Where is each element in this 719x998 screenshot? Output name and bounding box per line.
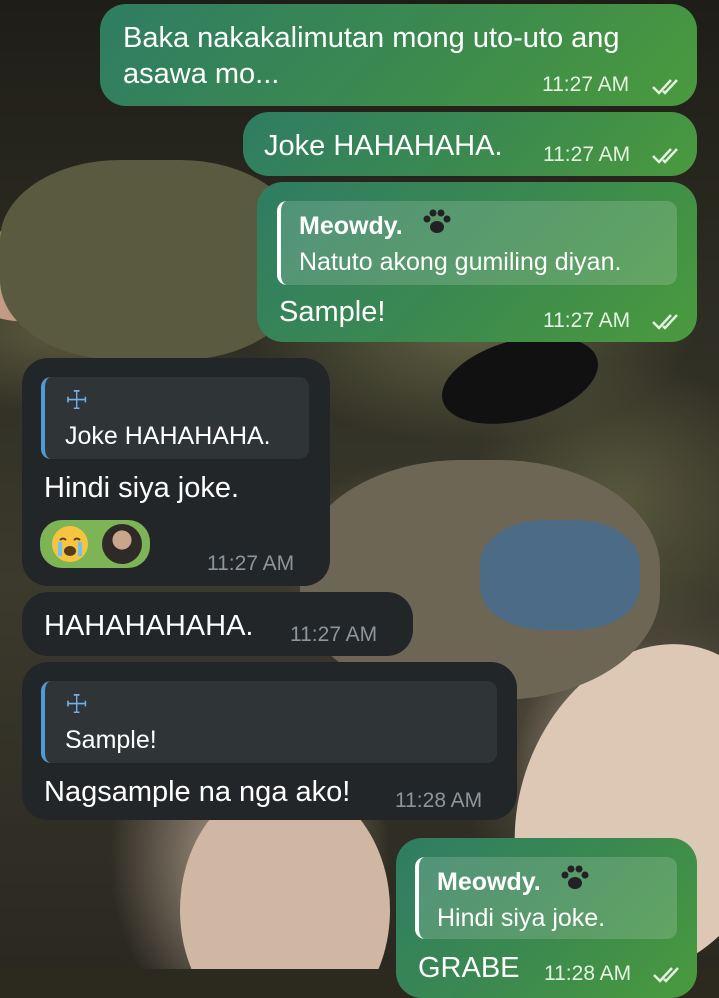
reaction-chip[interactable]	[40, 520, 150, 568]
message-text: Nagsample na nga ako!	[44, 776, 351, 808]
message-time: 11:28 AM	[544, 962, 632, 985]
message-time: 11:27 AM	[207, 552, 295, 575]
reply-text: Hindi siya joke.	[437, 904, 606, 932]
paw-icon	[561, 865, 589, 889]
message-text: Sample!	[279, 296, 386, 328]
message-text: HAHAHAHAHA.	[44, 610, 254, 642]
message-time: 11:27 AM	[543, 143, 631, 166]
message-bubble-outgoing[interactable]: Meowdy. Natuto akong gumiling diyan. Sam…	[257, 182, 697, 342]
message-bubble-incoming[interactable]: ☩ Joke HAHAHAHA. Hindi siya joke. 11:27 …	[22, 358, 330, 586]
message-time: 11:27 AM	[543, 309, 631, 332]
reply-author: Meowdy.	[299, 212, 403, 240]
message-bubble-incoming[interactable]: HAHAHAHAHA. 11:27 AM	[22, 592, 413, 656]
message-time: 11:27 AM	[290, 623, 378, 646]
message-bubble-outgoing[interactable]: Joke HAHAHAHA. 11:27 AM	[243, 112, 697, 176]
reply-author: ☩	[65, 385, 89, 415]
paw-icon	[423, 209, 451, 233]
double-check-icon	[652, 79, 678, 95]
reply-author: Meowdy.	[437, 868, 541, 896]
reply-quote[interactable]: ☩ Joke HAHAHAHA.	[41, 377, 309, 459]
reply-author: ☩	[65, 689, 89, 719]
message-bubble-outgoing[interactable]: Meowdy. Hindi siya joke. GRABE 11:28 AM	[396, 838, 697, 998]
reply-text: Natuto akong gumiling diyan.	[299, 248, 622, 276]
reactor-avatar	[102, 524, 142, 564]
reply-text: Joke HAHAHAHA.	[65, 422, 271, 450]
reply-quote[interactable]: Meowdy. Natuto akong gumiling diyan.	[277, 201, 677, 285]
message-text: Joke HAHAHAHA.	[264, 130, 503, 162]
message-time: 11:28 AM	[395, 789, 483, 812]
double-check-icon	[652, 148, 678, 164]
double-check-icon	[652, 314, 678, 330]
crying-emoji-icon	[52, 526, 88, 562]
message-text: GRABE	[418, 952, 520, 984]
reply-quote[interactable]: Meowdy. Hindi siya joke.	[415, 857, 677, 939]
message-time: 11:27 AM	[542, 73, 630, 96]
message-bubble-incoming[interactable]: ☩ Sample! Nagsample na nga ako! 11:28 AM	[22, 662, 517, 820]
reply-text: Sample!	[65, 726, 157, 754]
double-check-icon	[653, 967, 679, 983]
reply-quote[interactable]: ☩ Sample!	[41, 681, 497, 763]
message-text: Hindi siya joke.	[44, 472, 240, 504]
message-bubble-outgoing[interactable]: Baka nakakalimutan mong uto-uto ang asaw…	[100, 4, 697, 106]
